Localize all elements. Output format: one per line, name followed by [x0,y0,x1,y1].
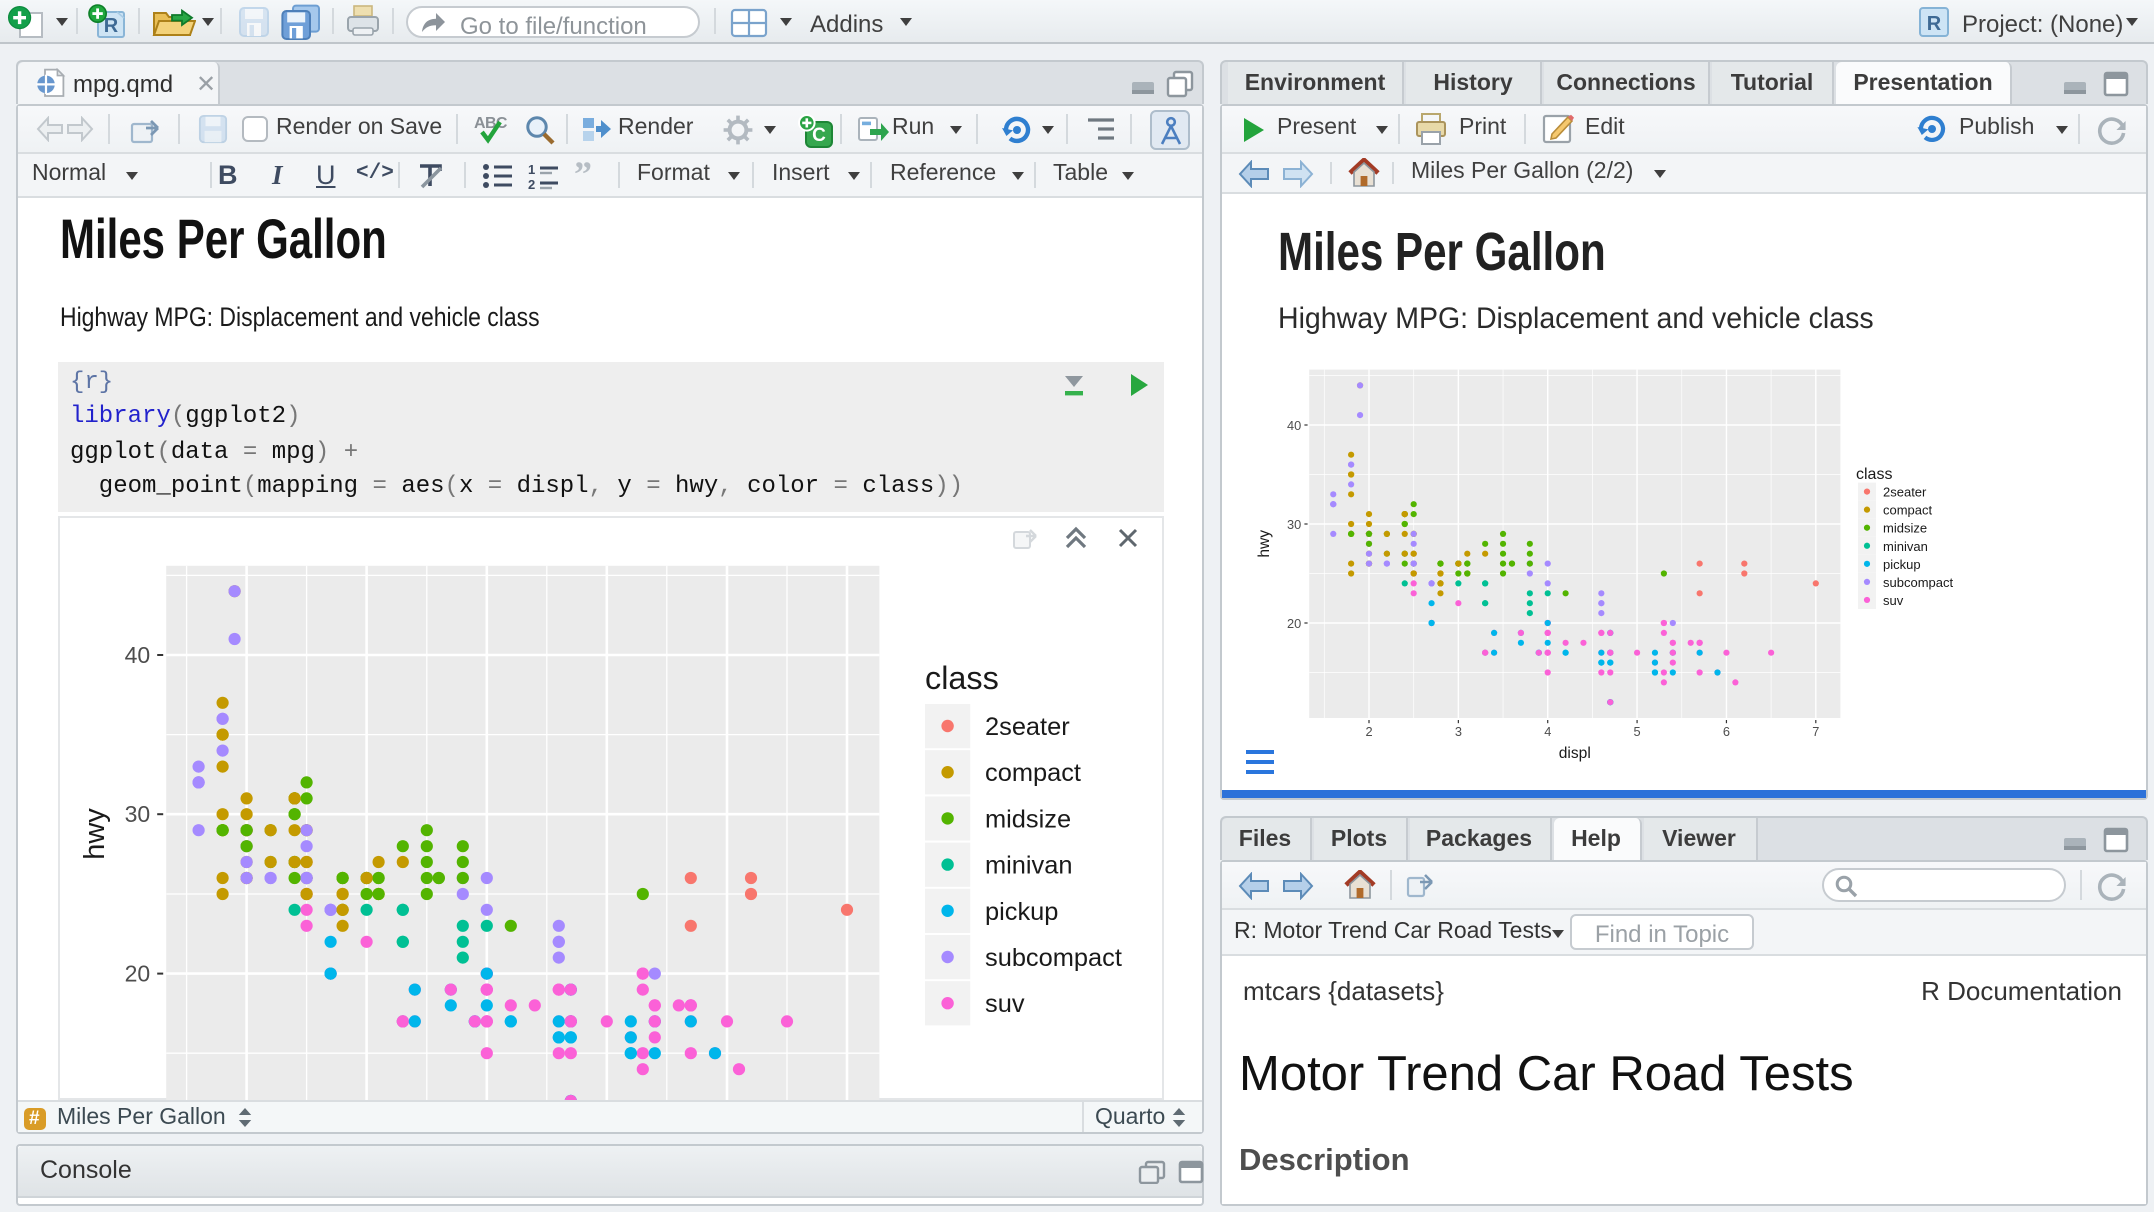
svg-text:5: 5 [1633,724,1640,739]
svg-text:2: 2 [527,176,534,189]
svg-text:30: 30 [125,801,151,827]
svg-text:1: 1 [527,161,534,176]
svg-text:midsize: midsize [985,805,1071,833]
svg-text:2seater: 2seater [985,713,1070,741]
svg-text:7: 7 [1812,724,1819,739]
svg-text:2seater: 2seater [1883,485,1927,500]
svg-text:hwy: hwy [79,808,111,860]
svg-text:suv: suv [1883,593,1904,608]
svg-text:compact: compact [1883,503,1933,518]
svg-text:R: R [1927,13,1942,35]
svg-text:pickup: pickup [985,898,1058,926]
svg-text:hwy: hwy [1256,530,1273,558]
svg-text:C: C [811,124,825,145]
svg-text:20: 20 [1287,616,1301,631]
svg-text:displ: displ [1559,745,1591,762]
svg-text:40: 40 [125,642,151,668]
svg-text:minivan: minivan [985,852,1073,880]
svg-text:30: 30 [1287,517,1301,532]
svg-text:subcompact: subcompact [1883,575,1953,590]
svg-text:ABC: ABC [474,115,508,132]
svg-text:class: class [1856,466,1892,483]
svg-text:midsize: midsize [1883,521,1927,536]
svg-text:6: 6 [1723,724,1730,739]
svg-text:3: 3 [1455,724,1462,739]
svg-text:pickup: pickup [1883,557,1921,572]
svg-text:subcompact: subcompact [985,944,1122,972]
svg-text:class: class [925,660,999,696]
svg-text:20: 20 [125,961,151,987]
svg-text:2: 2 [1365,724,1372,739]
svg-text:R: R [104,15,119,37]
svg-text:compact: compact [985,759,1081,787]
svg-text:minivan: minivan [1883,539,1928,554]
svg-text:40: 40 [1287,418,1301,433]
svg-text:4: 4 [1544,724,1551,739]
svg-text:suv: suv [985,990,1025,1018]
